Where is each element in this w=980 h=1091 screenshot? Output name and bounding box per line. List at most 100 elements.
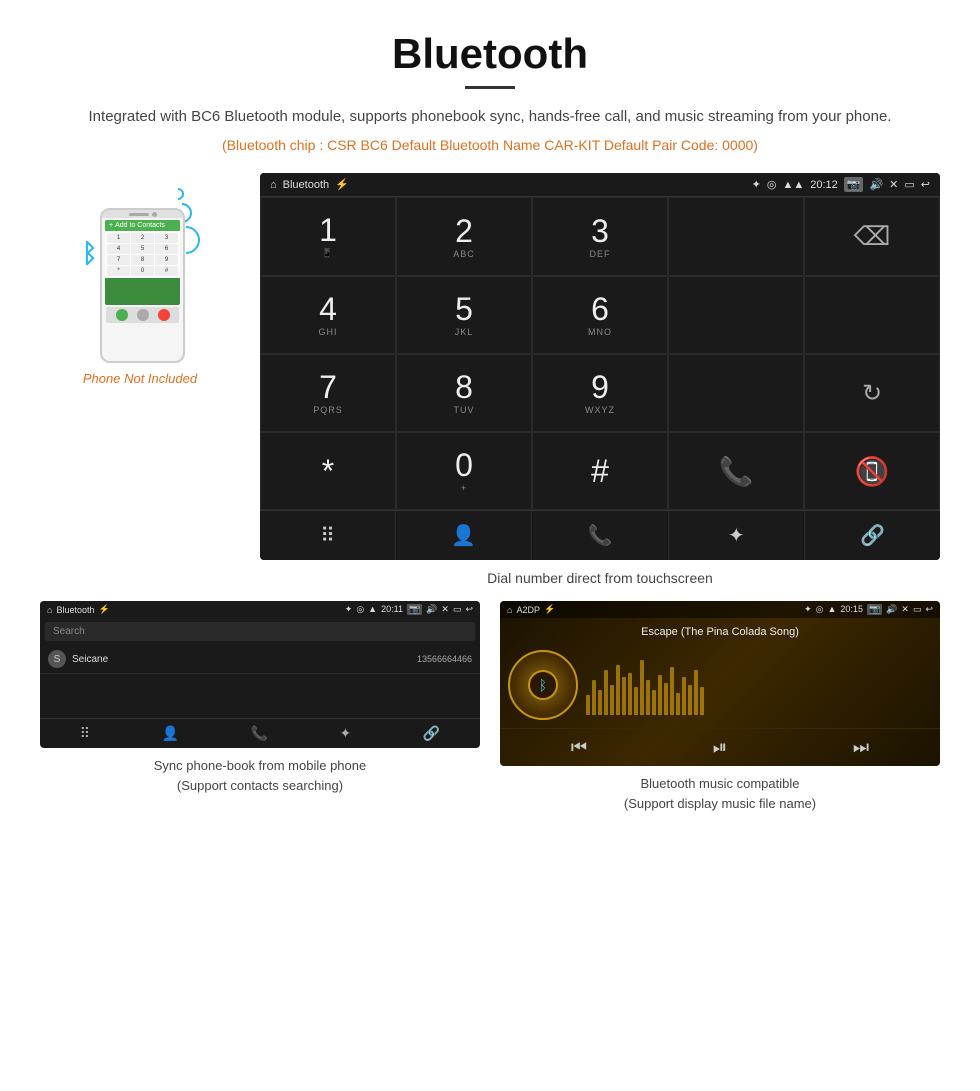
pb-close-icon[interactable]: ✕ (441, 604, 449, 615)
pb-nav-link[interactable]: 🔗 (423, 725, 440, 742)
pb-nav-contacts[interactable]: 👤 (162, 725, 179, 742)
key-9[interactable]: 9WXYZ (532, 354, 668, 432)
key-6[interactable]: 6MNO (532, 276, 668, 354)
music-next-btn[interactable]: ⏭ (853, 737, 869, 758)
bt-status-icon: ✦ (752, 178, 761, 191)
viz-bar (622, 677, 626, 715)
pb-nav-dialpad[interactable]: ⠿ (80, 725, 90, 742)
viz-bar (670, 667, 674, 715)
pb-screen-icon[interactable]: ▭ (453, 604, 462, 615)
home-icon[interactable]: ⌂ (270, 179, 277, 191)
phonebook-status-bar: ⌂ Bluetooth ⚡ ✦ ◎ ▲ 20:11 📷 🔊 ✕ ▭ ↩ (40, 601, 480, 618)
pb-bt-icon: ✦ (345, 604, 353, 615)
bottom-row: ⌂ Bluetooth ⚡ ✦ ◎ ▲ 20:11 📷 🔊 ✕ ▭ ↩ (0, 601, 980, 813)
viz-bar (604, 670, 608, 715)
usb-icon: ⚡ (335, 178, 349, 191)
nav-dialpad[interactable]: ⠿ (260, 511, 396, 560)
pb-nav-bt[interactable]: ✦ (340, 725, 352, 742)
phone-end-btn (158, 309, 170, 321)
key-backspace[interactable]: ⌫ (804, 197, 940, 276)
screen-ratio-icon[interactable]: ▭ (904, 178, 914, 191)
key-1[interactable]: 1📱 (260, 197, 396, 276)
key-4[interactable]: 4GHI (260, 276, 396, 354)
pb-location-icon: ◎ (356, 604, 364, 615)
status-left: ⌂ Bluetooth ⚡ (270, 178, 349, 191)
bluetooth-icon: ᛒ (82, 238, 98, 269)
pb-time: 20:11 (381, 604, 403, 615)
key-5[interactable]: 5JKL (396, 276, 532, 354)
phone-not-included-label: Phone Not Included (83, 371, 197, 386)
key-empty-3 (804, 276, 940, 354)
key-call-green[interactable]: 📞 (668, 432, 804, 510)
pb-home-icon[interactable]: ⌂ (47, 605, 52, 615)
music-play-btn[interactable]: ⏯ (713, 737, 727, 758)
key-empty-2 (668, 276, 804, 354)
mu-usb-icon: ⚡ (544, 604, 555, 615)
title-underline (465, 86, 515, 89)
main-status-bar: ⌂ Bluetooth ⚡ ✦ ◎ ▲▲ 20:12 📷 🔊 ✕ ▭ ↩ (260, 173, 940, 196)
phonebook-search-bar[interactable]: Search (45, 622, 475, 641)
viz-bar (610, 685, 614, 715)
page-title: Bluetooth (60, 30, 920, 78)
left-column: ᛒ +Add to Contacts 123 456 (40, 173, 240, 386)
viz-bar (586, 695, 590, 715)
music-wrap: ⌂ A2DP ⚡ ✦ ◎ ▲ 20:15 📷 🔊 ✕ ▭ ↩ Escape (T… (500, 601, 940, 813)
contacts-icon: 👤 (451, 523, 476, 548)
mu-screen-icon[interactable]: ▭ (913, 604, 922, 615)
pb-nav-phone[interactable]: 📞 (251, 725, 268, 742)
phonebook-screen: ⌂ Bluetooth ⚡ ✦ ◎ ▲ 20:11 📷 🔊 ✕ ▭ ↩ (40, 601, 480, 748)
mu-camera-icon[interactable]: 📷 (867, 604, 882, 615)
music-controls: ⏮ ⏯ ⏭ (500, 728, 940, 766)
camera-icon[interactable]: 📷 (844, 177, 864, 192)
main-content: ᛒ +Add to Contacts 123 456 (0, 163, 980, 601)
back-icon[interactable]: ↩ (921, 178, 930, 191)
viz-bar (628, 673, 632, 715)
phone-screen-header: +Add to Contacts (105, 220, 180, 231)
viz-bar (616, 665, 620, 715)
key-call-red[interactable]: 📵 (804, 432, 940, 510)
signal-icon: ▲▲ (782, 179, 804, 191)
phonebook-bottom-nav: ⠿ 👤 📞 ✦ 🔗 (40, 718, 480, 748)
key-8[interactable]: 8TUV (396, 354, 532, 432)
viz-bar (640, 660, 644, 715)
phonebook-contact[interactable]: S Seicane 13566664466 (40, 645, 480, 674)
viz-bar (646, 680, 650, 715)
nav-phone[interactable]: 📞 (532, 511, 668, 560)
music-status-bar: ⌂ A2DP ⚡ ✦ ◎ ▲ 20:15 📷 🔊 ✕ ▭ ↩ (500, 601, 940, 618)
key-hash[interactable]: # (532, 432, 668, 510)
close-status-icon[interactable]: ✕ (889, 178, 898, 191)
right-column: ⌂ Bluetooth ⚡ ✦ ◎ ▲▲ 20:12 📷 🔊 ✕ ▭ ↩ (260, 173, 940, 601)
mu-location-icon: ◎ (816, 604, 824, 615)
key-refresh[interactable]: ↻ (804, 354, 940, 432)
phone-screen-body: 123 456 789 *0# (105, 231, 180, 278)
mu-close-icon[interactable]: ✕ (901, 604, 909, 615)
nav-contacts[interactable]: 👤 (396, 511, 532, 560)
screen-title: Bluetooth (283, 179, 329, 191)
dialpad-icon: ⠿ (320, 523, 335, 548)
pb-vol-icon[interactable]: 🔊 (426, 604, 437, 615)
key-star[interactable]: * (260, 432, 396, 510)
album-art: ᛒ (508, 650, 578, 720)
key-0[interactable]: 0+ (396, 432, 532, 510)
mu-signal-icon: ▲ (828, 604, 837, 615)
viz-bar (598, 690, 602, 715)
viz-bar (700, 687, 704, 715)
mu-vol-icon[interactable]: 🔊 (886, 604, 897, 615)
music-prev-btn[interactable]: ⏮ (571, 737, 587, 758)
key-empty-1 (668, 197, 804, 276)
volume-icon[interactable]: 🔊 (869, 178, 883, 191)
key-2[interactable]: 2ABC (396, 197, 532, 276)
mu-home-icon[interactable]: ⌂ (507, 605, 512, 615)
nav-bluetooth[interactable]: ✦ (669, 511, 805, 560)
bottom-nav-bar: ⠿ 👤 📞 ✦ 🔗 (260, 510, 940, 560)
dial-caption: Dial number direct from touchscreen (260, 570, 940, 586)
pb-back-icon[interactable]: ↩ (465, 604, 473, 615)
key-7[interactable]: 7PQRS (260, 354, 396, 432)
pb-camera-icon[interactable]: 📷 (407, 604, 422, 615)
nav-link[interactable]: 🔗 (805, 511, 940, 560)
pb-usb-icon: ⚡ (98, 604, 109, 615)
pb-screen-title: Bluetooth (56, 605, 94, 615)
mu-back-icon[interactable]: ↩ (925, 604, 933, 615)
key-3[interactable]: 3DEF (532, 197, 668, 276)
viz-bar (676, 693, 680, 715)
